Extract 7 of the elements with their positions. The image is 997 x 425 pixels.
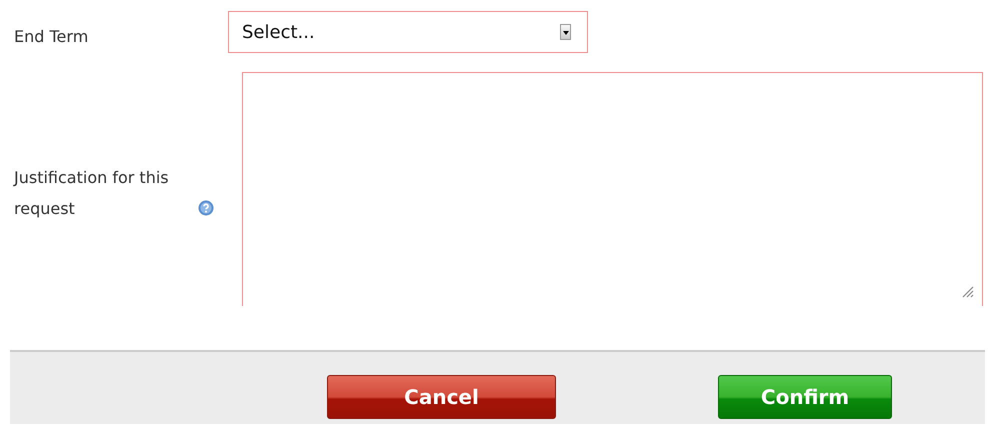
field-label: End Term: [14, 27, 88, 46]
cancel-button[interactable]: Cancel: [327, 375, 556, 419]
help-icon[interactable]: [198, 200, 214, 216]
resize-handle-icon[interactable]: [962, 286, 974, 298]
field-label: Justification for this request: [14, 167, 170, 220]
select-field[interactable]: Select...: [228, 11, 588, 53]
confirm-button[interactable]: Confirm: [718, 375, 892, 419]
